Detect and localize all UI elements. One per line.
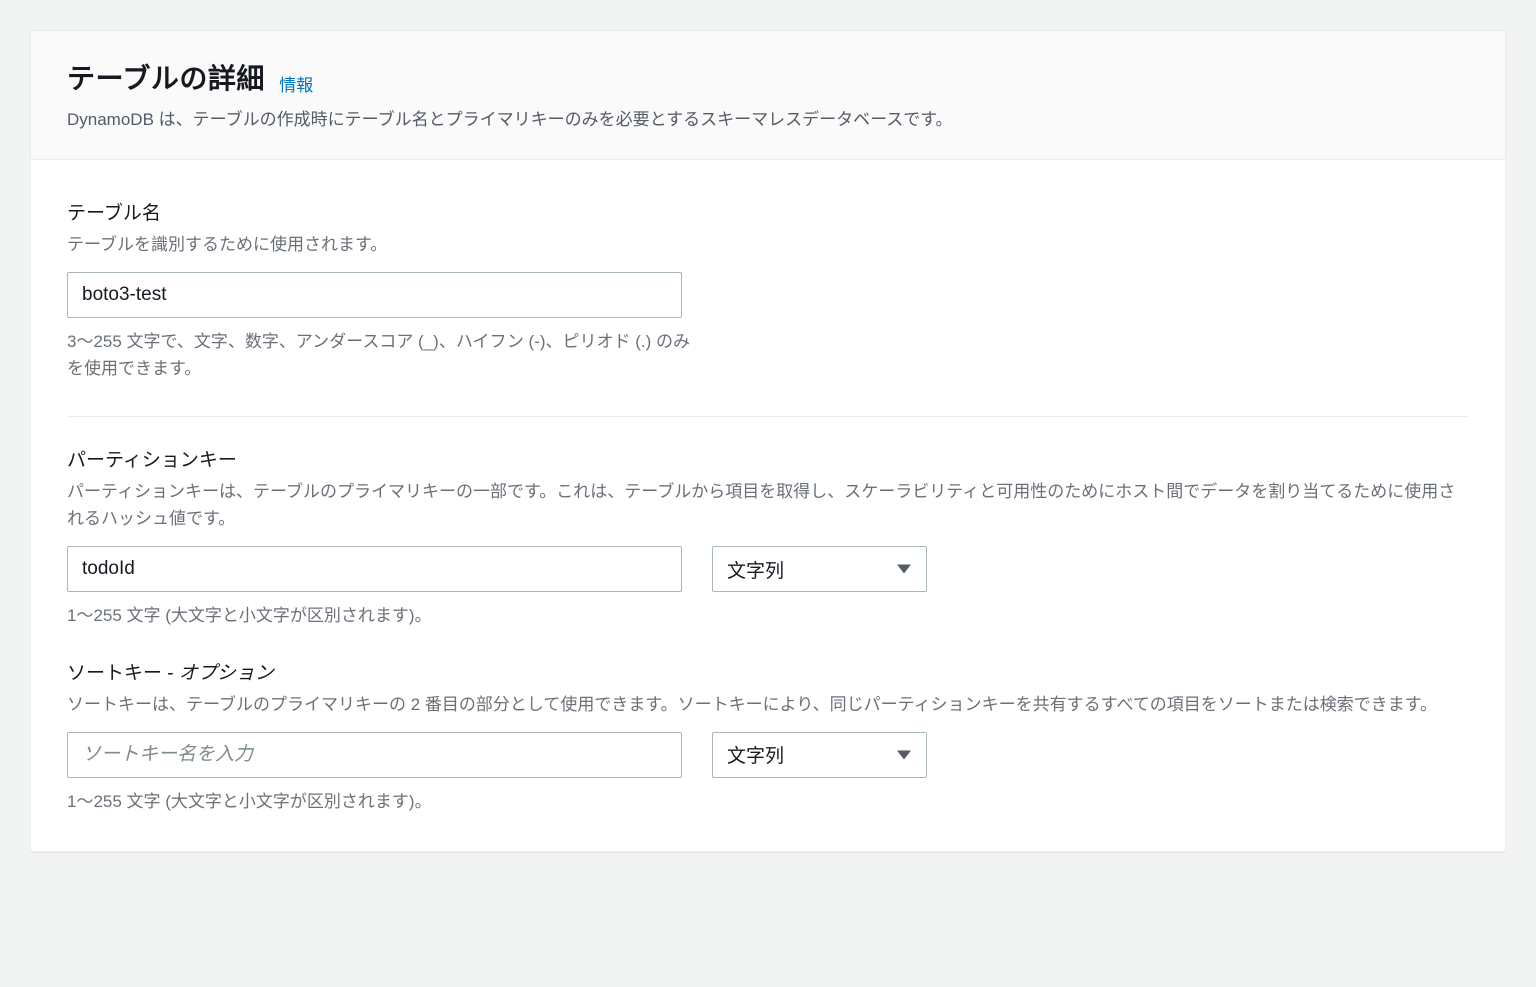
panel-header: テーブルの詳細 情報 DynamoDB は、テーブルの作成時にテーブル名とプライ… [31,31,1505,160]
partition-key-desc: パーティションキーは、テーブルのプライマリキーの一部です。これは、テーブルから項… [67,478,1469,532]
sort-key-group: ソートキー - オプション ソートキーは、テーブルのプライマリキーの 2 番目の… [67,630,1469,815]
sort-key-input[interactable] [67,732,682,778]
partition-key-type-value: 文字列 [727,556,784,583]
panel-title: テーブルの詳細 [67,57,265,97]
partition-key-group: パーティションキー パーティションキーは、テーブルのプライマリキーの一部です。こ… [67,417,1469,630]
sort-key-label: ソートキー - オプション [67,658,1469,685]
table-name-desc: テーブルを識別するために使用されます。 [67,231,1469,258]
panel-body: テーブル名 テーブルを識別するために使用されます。 3〜255 文字で、文字、数… [31,160,1505,852]
partition-key-type-select[interactable]: 文字列 [712,546,927,592]
sort-key-hint: 1〜255 文字 (大文字と小文字が区別されます)。 [67,788,707,815]
sort-key-type-value: 文字列 [727,741,784,768]
table-name-group: テーブル名 テーブルを識別するために使用されます。 3〜255 文字で、文字、数… [67,170,1469,383]
table-details-panel: テーブルの詳細 情報 DynamoDB は、テーブルの作成時にテーブル名とプライ… [30,30,1506,852]
table-name-input[interactable] [67,272,682,318]
sort-key-type-select[interactable]: 文字列 [712,732,927,778]
sort-key-desc: ソートキーは、テーブルのプライマリキーの 2 番目の部分として使用できます。ソー… [67,691,1469,718]
partition-key-input[interactable] [67,546,682,592]
partition-key-hint: 1〜255 文字 (大文字と小文字が区別されます)。 [67,602,707,629]
panel-subtitle: DynamoDB は、テーブルの作成時にテーブル名とプライマリキーのみを必要とす… [67,107,1469,133]
table-name-hint: 3〜255 文字で、文字、数字、アンダースコア (_)、ハイフン (-)、ピリオ… [67,328,707,382]
partition-key-label: パーティションキー [67,445,1469,472]
info-link[interactable]: 情報 [279,76,313,95]
table-name-label: テーブル名 [67,198,1469,225]
